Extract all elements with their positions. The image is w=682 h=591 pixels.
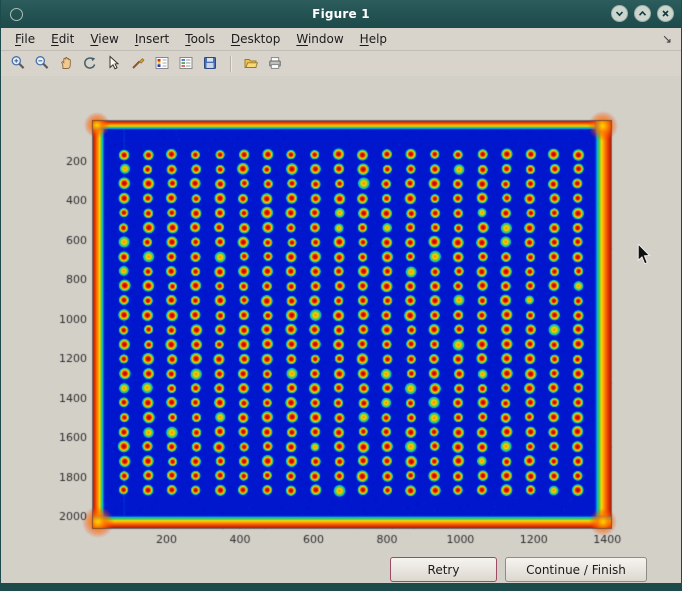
window-controls bbox=[611, 5, 674, 22]
insert-legend-icon bbox=[178, 55, 194, 74]
zoom-out-icon bbox=[34, 55, 50, 74]
insert-colorbar-icon bbox=[154, 55, 170, 74]
menu-item-tools[interactable]: Tools bbox=[177, 29, 223, 49]
menu-bar: FileEditViewInsertToolsDesktopWindowHelp… bbox=[1, 28, 681, 51]
data-cursor-button[interactable] bbox=[103, 54, 125, 74]
data-cursor-icon bbox=[106, 55, 122, 74]
title-bar[interactable]: Figure 1 bbox=[1, 0, 681, 28]
minimize-button[interactable] bbox=[611, 5, 628, 22]
open-icon bbox=[243, 55, 259, 74]
menu-item-help[interactable]: Help bbox=[352, 29, 395, 49]
zoom-in-button[interactable] bbox=[7, 54, 29, 74]
retry-button[interactable]: Retry bbox=[390, 557, 497, 582]
window-resize-bar[interactable] bbox=[1, 583, 681, 591]
menu-item-window[interactable]: Window bbox=[288, 29, 351, 49]
save-icon bbox=[202, 55, 218, 74]
menu-items: FileEditViewInsertToolsDesktopWindowHelp bbox=[1, 29, 395, 49]
insert-colorbar-button[interactable] bbox=[151, 54, 173, 74]
pan-button[interactable] bbox=[55, 54, 77, 74]
brush-button[interactable] bbox=[127, 54, 149, 74]
menu-item-file[interactable]: File bbox=[7, 29, 43, 49]
print-icon bbox=[267, 55, 283, 74]
chevron-up-icon bbox=[637, 8, 648, 19]
figure-window: Figure 1 FileEditViewInsertToolsDesktopW… bbox=[0, 0, 682, 591]
print-button[interactable] bbox=[264, 54, 286, 74]
menu-overflow-icon[interactable]: ↘ bbox=[662, 32, 672, 46]
rotate-3d-button[interactable] bbox=[79, 54, 101, 74]
save-button[interactable] bbox=[199, 54, 221, 74]
plot-image[interactable] bbox=[41, 110, 646, 560]
insert-legend-button[interactable] bbox=[175, 54, 197, 74]
zoom-out-button[interactable] bbox=[31, 54, 53, 74]
chevron-down-icon bbox=[614, 8, 625, 19]
menu-item-desktop[interactable]: Desktop bbox=[223, 29, 289, 49]
toolbar-separator bbox=[230, 56, 231, 72]
continue-button[interactable]: Continue / Finish bbox=[505, 557, 647, 582]
menu-item-view[interactable]: View bbox=[82, 29, 126, 49]
menu-item-edit[interactable]: Edit bbox=[43, 29, 82, 49]
open-button[interactable] bbox=[240, 54, 262, 74]
pan-icon bbox=[58, 55, 74, 74]
close-button[interactable] bbox=[657, 5, 674, 22]
figure-canvas-area: Retry Continue / Finish bbox=[1, 76, 681, 583]
close-icon bbox=[660, 8, 671, 19]
brush-icon bbox=[130, 55, 146, 74]
tool-bar bbox=[1, 51, 681, 78]
rotate-3d-icon bbox=[82, 55, 98, 74]
zoom-in-icon bbox=[10, 55, 26, 74]
menu-item-insert[interactable]: Insert bbox=[127, 29, 177, 49]
window-title: Figure 1 bbox=[1, 7, 681, 21]
maximize-button[interactable] bbox=[634, 5, 651, 22]
